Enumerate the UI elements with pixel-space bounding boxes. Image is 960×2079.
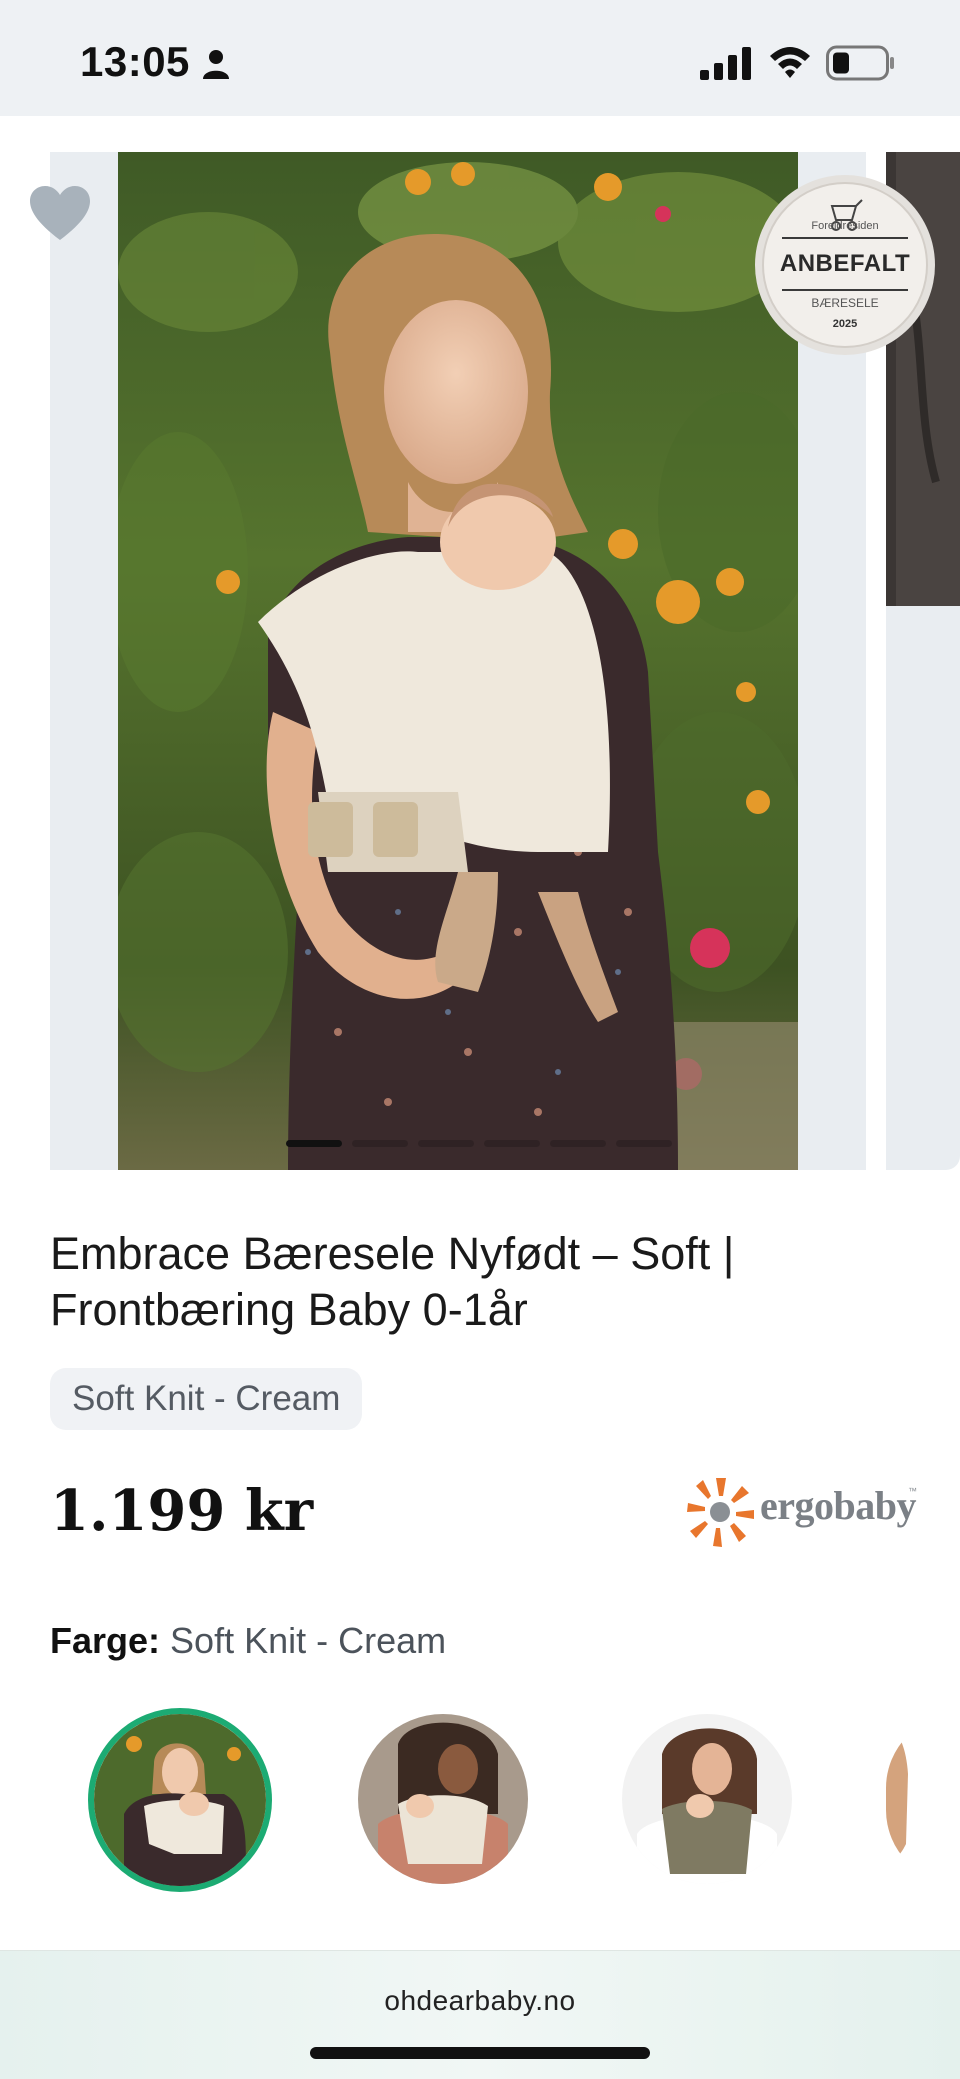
award-source: Foreldresiden	[811, 220, 879, 232]
pager-dot[interactable]	[418, 1140, 474, 1147]
swatch-image	[94, 1714, 266, 1886]
battery-icon	[826, 45, 894, 81]
person-icon	[203, 50, 229, 79]
favorite-heart-icon[interactable]	[28, 184, 92, 244]
browser-address-bar[interactable]: ohdearbaby.no	[0, 1950, 960, 2079]
product-gallery[interactable]: Foreldresiden ANBEFALT BÆRESELE 2025	[0, 116, 960, 1176]
pager-dot[interactable]	[352, 1140, 408, 1147]
color-swatch-partial[interactable]	[886, 1714, 960, 1884]
gallery-pagination[interactable]	[286, 1140, 676, 1148]
variant-chip[interactable]: Soft Knit - Cream	[50, 1368, 363, 1430]
color-selector-label: Farge: Soft Knit - Cream	[50, 1620, 446, 1662]
product-title: Embrace Bæresele Nyfødt – Soft | Frontbæ…	[50, 1226, 910, 1338]
status-bar: 13:05	[0, 0, 960, 116]
brand-name: ergobaby	[760, 1483, 917, 1528]
award-year: 2025	[832, 318, 858, 330]
award-title: ANBEFALT	[779, 250, 911, 277]
pager-dot-active[interactable]	[286, 1140, 342, 1147]
color-label-value: Soft Knit - Cream	[170, 1620, 447, 1661]
signal-icon	[700, 47, 751, 80]
pager-dot[interactable]	[550, 1140, 606, 1147]
brand-logo[interactable]: ergobaby ™	[686, 1476, 917, 1548]
brand-trademark: ™	[908, 1486, 917, 1496]
color-label-key: Farge:	[50, 1620, 161, 1661]
gallery-main-slide[interactable]	[50, 152, 866, 1170]
product-title-line-1: Embrace Bæresele Nyfødt – Soft |	[50, 1228, 735, 1279]
color-swatch-selected[interactable]	[88, 1708, 272, 1892]
swatch-image	[358, 1714, 528, 1884]
url-text[interactable]: ohdearbaby.no	[0, 1985, 960, 2017]
product-photo	[118, 152, 798, 1170]
color-swatch[interactable]	[358, 1714, 528, 1884]
color-swatch[interactable]	[622, 1714, 792, 1884]
pager-dot[interactable]	[484, 1140, 540, 1147]
award-category: BÆRESELE	[811, 296, 879, 310]
swatch-image	[886, 1714, 960, 1884]
ergobaby-sun-icon	[687, 1478, 754, 1547]
product-price: 1.199 kr	[50, 1478, 314, 1544]
status-time: 13:05	[80, 38, 190, 85]
wifi-icon	[770, 47, 810, 78]
award-badge: Foreldresiden ANBEFALT BÆRESELE 2025	[752, 172, 938, 358]
home-indicator[interactable]	[310, 2047, 650, 2059]
pager-dot[interactable]	[616, 1140, 672, 1147]
product-title-line-2: Frontbæring Baby 0-1år	[50, 1284, 528, 1335]
swatch-image	[622, 1714, 792, 1884]
